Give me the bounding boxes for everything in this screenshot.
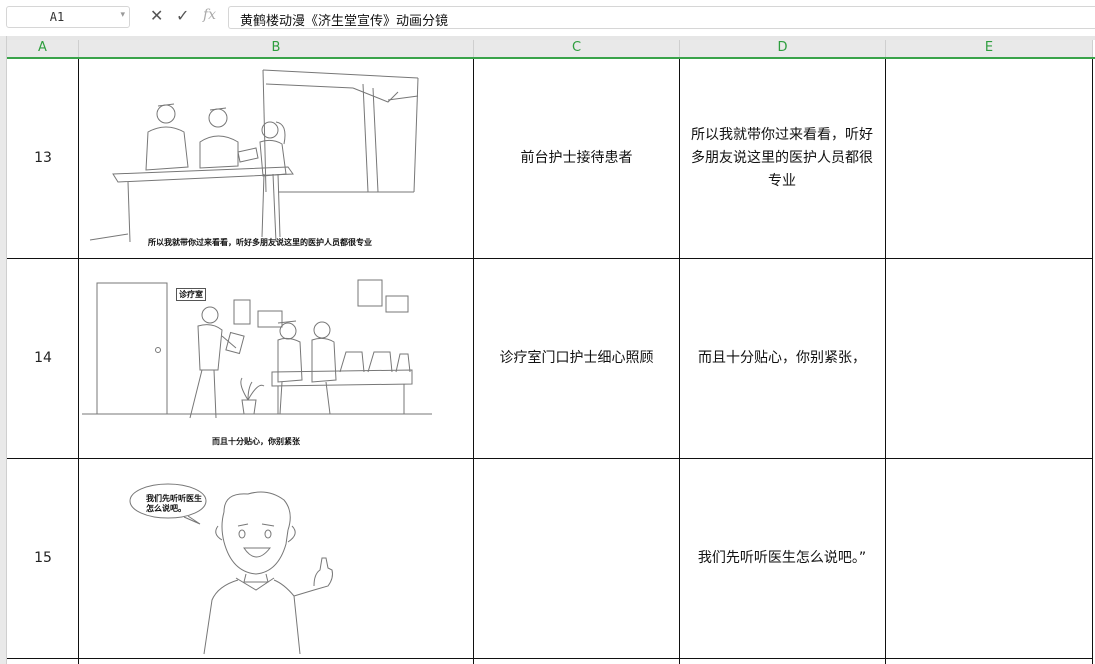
chevron-down-icon[interactable]: ▾ [120, 10, 125, 20]
dialogue-13[interactable]: 所以我就带你过来看看，听好多朋友说这里的医护人员都很专业 [682, 59, 882, 258]
note-13[interactable] [886, 59, 1092, 258]
scene-description-15[interactable] [479, 459, 674, 658]
grid-line [78, 59, 79, 664]
storyboard-caption: 而且十分贴心，你别紧张 [212, 437, 300, 446]
row-number-13[interactable]: 13 [8, 59, 78, 258]
dialogue-14[interactable]: 而且十分贴心，你别紧张， [682, 259, 882, 458]
formula-input[interactable]: 黄鹤楼动漫《济生堂宣传》动画分镜 [228, 6, 1095, 29]
name-box[interactable]: A1 ▾ [6, 6, 130, 28]
row-number-15[interactable]: 15 [8, 459, 78, 658]
column-header-b[interactable]: B [79, 40, 474, 57]
grid-line [1092, 59, 1093, 664]
formula-text: 黄鹤楼动漫《济生堂宣传》动画分镜 [240, 14, 449, 29]
scene-description-14[interactable]: 诊疗室门口护士细心照顾 [479, 259, 674, 458]
storyboard-caption: 所以我就带你过来看看，听好多朋友说这里的医护人员都很专业 [148, 238, 372, 247]
row-number-14[interactable]: 14 [8, 259, 78, 458]
dialogue-15[interactable]: 我们先听听医生怎么说吧。” [682, 459, 882, 658]
grid-line [679, 59, 680, 664]
note-14[interactable] [886, 259, 1092, 458]
scene-description-13[interactable]: 前台护士接待患者 [479, 59, 674, 258]
name-box-value: A1 [49, 10, 65, 24]
column-header-a[interactable]: A [7, 40, 79, 57]
clinic-room-sign: 诊疗室 [176, 288, 206, 301]
storyboard-image-reception[interactable] [88, 62, 424, 252]
grid-line [473, 59, 474, 664]
column-header-d[interactable]: D [680, 40, 886, 57]
storyboard-image-clinic-door[interactable] [82, 278, 434, 420]
column-header-e[interactable]: E [886, 40, 1093, 57]
row-header-strip[interactable] [0, 36, 7, 664]
fx-icon[interactable]: fx [203, 7, 216, 23]
confirm-icon[interactable]: ✓ [176, 7, 189, 25]
formula-bar: A1 ▾ ✕ ✓ fx 黄鹤楼动漫《济生堂宣传》动画分镜 [0, 0, 1095, 36]
note-15[interactable] [886, 459, 1092, 658]
speech-bubble-text: 我们先听听医生怎么说吧。 [146, 494, 202, 513]
grid-line [7, 658, 1093, 659]
cancel-icon[interactable]: ✕ [150, 7, 163, 25]
column-header-c[interactable]: C [474, 40, 680, 57]
